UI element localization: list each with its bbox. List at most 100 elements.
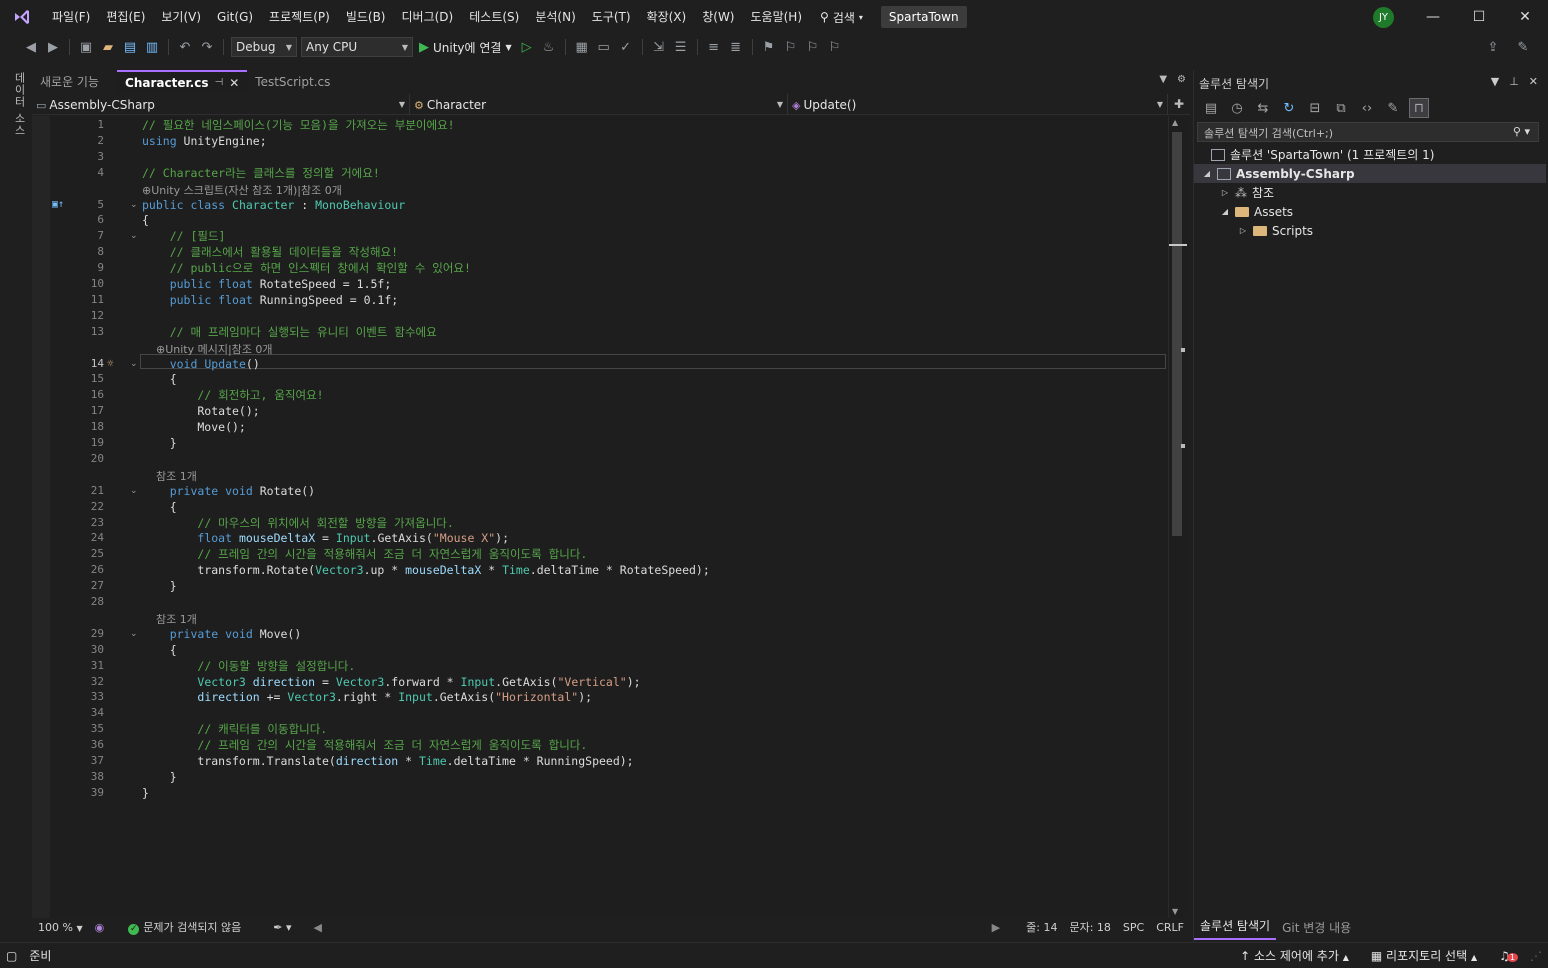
menu-view[interactable]: 보기(V)	[153, 0, 209, 34]
spell-check-icon[interactable]: ✓	[616, 37, 636, 57]
open-folder-icon[interactable]: ▰	[98, 37, 118, 57]
code-editor[interactable]: 1 // 필요한 네임스페이스(기능 모음)을 가져오는 부분이에요! 2 using…	[32, 116, 1168, 918]
collapsed-icon[interactable]: ▷	[1238, 226, 1248, 235]
layout-icon[interactable]: ▭	[594, 37, 614, 57]
fold-chevron-icon[interactable]: ⌄	[130, 626, 138, 642]
fold-chevron-icon[interactable]: ⌄	[130, 483, 138, 499]
gear-icon[interactable]: ⚙	[1177, 74, 1186, 85]
solution-search-input[interactable]: 솔루션 탐색기 검색(Ctrl+;) ⚲ ▾	[1197, 122, 1539, 142]
configuration-dropdown[interactable]: Debug ▼	[231, 37, 297, 57]
format-icon[interactable]: ☰	[671, 37, 691, 57]
menu-window[interactable]: 창(W)	[694, 0, 742, 34]
copilot-icon[interactable]: ◉	[89, 921, 111, 934]
collapse-all-icon[interactable]: ⊟	[1305, 98, 1325, 118]
comment-icon[interactable]: ≡	[704, 37, 724, 57]
editor-vertical-scrollbar[interactable]: ▲ ▼	[1168, 116, 1190, 918]
fold-chevron-icon[interactable]: ⌄	[130, 228, 138, 244]
maximize-icon[interactable]: ☐	[1456, 0, 1502, 34]
undo-icon[interactable]: ↶	[175, 37, 195, 57]
expanded-icon[interactable]: ◢	[1220, 207, 1230, 216]
tab-solution-explorer[interactable]: 솔루션 탐색기	[1194, 917, 1277, 940]
wrench-icon[interactable]: ✎	[1383, 98, 1403, 118]
collapsed-icon[interactable]: ▷	[1220, 188, 1230, 197]
browse-icon[interactable]: ▦	[572, 37, 592, 57]
menu-tools[interactable]: 도구(T)	[584, 0, 639, 34]
refresh-icon[interactable]: ↻	[1279, 98, 1299, 118]
menu-analyze[interactable]: 분석(N)	[527, 0, 583, 34]
whitespace-indicator[interactable]: SPC	[1117, 921, 1150, 934]
codelens-references[interactable]: ⊕Unity 스크립트(자산 참조 1개)|참조 0개	[142, 182, 342, 197]
line-ending-indicator[interactable]: CRLF	[1150, 921, 1190, 934]
sync-icon[interactable]: ⇆	[1253, 98, 1273, 118]
view-code-icon[interactable]: ‹›	[1357, 98, 1377, 118]
add-to-source-control-button[interactable]: ↑ 소스 제어에 추가 ▲	[1234, 947, 1355, 964]
close-icon[interactable]: ✕	[1529, 75, 1538, 88]
panel-options-icon[interactable]: ▼	[1491, 75, 1499, 88]
tab-list-dropdown-icon[interactable]: ▼	[1159, 74, 1167, 85]
pending-changes-filter-icon[interactable]: ◷	[1227, 98, 1247, 118]
lightbulb-icon[interactable]: ☼	[107, 356, 114, 372]
tree-item-references[interactable]: ▷ ⁂ 참조	[1194, 183, 1546, 202]
menu-edit[interactable]: 편집(E)	[98, 0, 153, 34]
fold-chevron-icon[interactable]: ⌄	[130, 197, 138, 213]
show-all-files-icon[interactable]: ⧉	[1331, 98, 1351, 118]
codelens-references[interactable]: ⊕Unity 메시지|참조 0개	[142, 341, 273, 356]
menu-test[interactable]: 테스트(S)	[461, 0, 527, 34]
tree-item-assets[interactable]: ◢ Assets	[1194, 202, 1546, 221]
solution-name-badge[interactable]: SpartaTown	[880, 6, 967, 28]
notifications-button[interactable]: ♫1	[1493, 949, 1524, 963]
project-dropdown[interactable]: ▭ Assembly-CSharp ▼	[32, 94, 410, 115]
scroll-left-icon[interactable]: ◀	[308, 921, 328, 934]
menu-file[interactable]: 파일(F)	[44, 0, 98, 34]
zoom-dropdown[interactable]: 100 % ▼	[32, 921, 89, 934]
column-indicator[interactable]: 문자: 18	[1063, 919, 1116, 935]
menu-debug[interactable]: 디버그(D)	[394, 0, 462, 34]
close-icon[interactable]: ✕	[1502, 0, 1548, 34]
codelens-references[interactable]: 참조 1개	[142, 468, 197, 483]
scroll-right-icon[interactable]: ▶	[986, 921, 1006, 934]
tab-whats-new[interactable]: 새로운 기능	[32, 70, 107, 93]
expanded-icon[interactable]: ◢	[1202, 169, 1212, 178]
menu-build[interactable]: 빌드(B)	[338, 0, 394, 34]
fold-chevron-icon[interactable]: ⌄	[130, 356, 138, 372]
feedback-icon[interactable]: ✎	[1513, 37, 1533, 57]
data-sources-tab[interactable]: 데이터 소스	[11, 72, 27, 137]
share-icon[interactable]: ⇪	[1483, 37, 1503, 57]
menu-project[interactable]: 프로젝트(P)	[261, 0, 338, 34]
menu-extensions[interactable]: 확장(X)	[639, 0, 695, 34]
tab-git-changes[interactable]: Git 변경 내용	[1276, 919, 1357, 940]
avatar[interactable]: JY	[1373, 7, 1394, 28]
tab-character-cs[interactable]: Character.cs ⊣ ✕	[117, 70, 248, 93]
pin-icon[interactable]: ⊥	[1509, 75, 1519, 88]
attach-unity-button[interactable]: ▶ Unity에 연결 ▼	[415, 39, 516, 56]
pin-icon[interactable]: ⊣	[215, 77, 224, 88]
prev-bookmark-icon[interactable]: ⚐	[781, 37, 801, 57]
split-editor-icon[interactable]: ✚	[1168, 94, 1190, 114]
issues-indicator[interactable]: ✓ 문제가 검색되지 않음	[122, 919, 247, 935]
select-repository-button[interactable]: ▦ 리포지토리 선택 ▲	[1365, 947, 1483, 964]
search-button[interactable]: ⚲ 검색 ▾	[810, 9, 873, 26]
hot-reload-icon[interactable]: ♨	[539, 37, 559, 57]
switch-views-icon[interactable]: ▤	[1201, 98, 1221, 118]
step-icon[interactable]: ⇲	[649, 37, 669, 57]
uncomment-icon[interactable]: ≣	[726, 37, 746, 57]
redo-icon[interactable]: ↷	[197, 37, 217, 57]
scrollbar-thumb[interactable]	[1172, 132, 1182, 536]
new-project-icon[interactable]: ▣	[76, 37, 96, 57]
menu-git[interactable]: Git(G)	[209, 0, 261, 34]
tree-item-solution[interactable]: 솔루션 'SpartaTown' (1 프로젝트의 1)	[1194, 145, 1546, 164]
save-icon[interactable]: ▤	[120, 37, 140, 57]
unity-class-marker-icon[interactable]: ▣↑	[52, 197, 64, 213]
scroll-down-icon[interactable]: ▼	[1172, 907, 1178, 916]
code-cleanup-icon[interactable]: ✒ ▾	[267, 921, 297, 934]
tree-item-scripts[interactable]: ▷ Scripts	[1194, 221, 1546, 240]
start-without-debugging-icon[interactable]: ▷	[517, 37, 537, 57]
class-dropdown[interactable]: ⚙ Character ▼	[410, 94, 788, 115]
line-indicator[interactable]: 줄: 14	[1020, 919, 1063, 935]
close-tab-icon[interactable]: ✕	[229, 76, 239, 90]
preview-selected-icon[interactable]: ⊓	[1409, 98, 1429, 118]
clear-bookmarks-icon[interactable]: ⚐	[825, 37, 845, 57]
next-bookmark-icon[interactable]: ⚐	[803, 37, 823, 57]
navigate-forward-icon[interactable]: ▶	[43, 37, 63, 57]
tab-testscript-cs[interactable]: TestScript.cs	[247, 70, 338, 93]
